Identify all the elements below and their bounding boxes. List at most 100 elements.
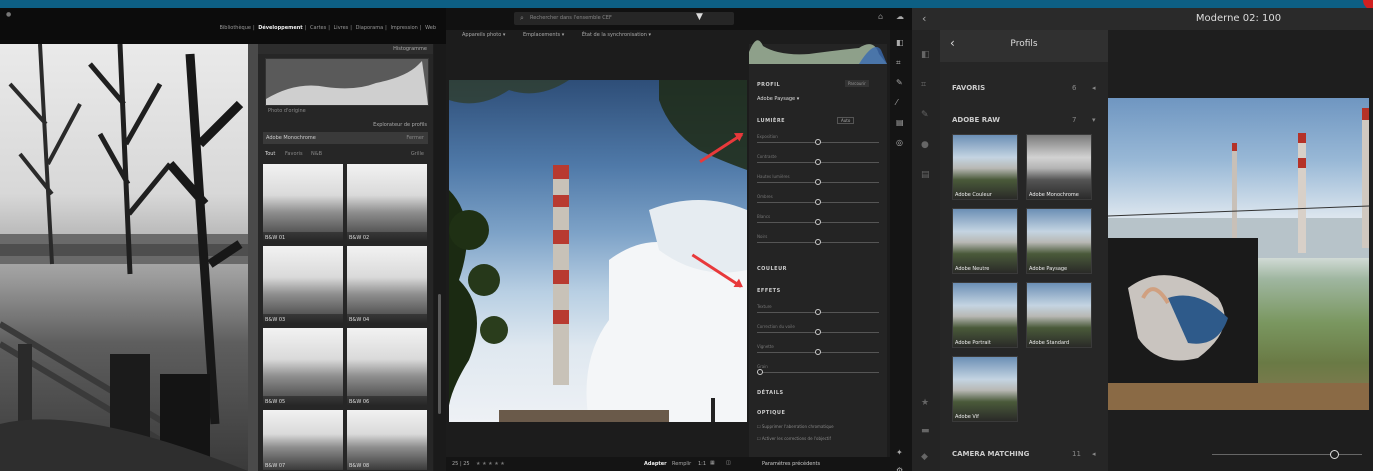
- profile-selector[interactable]: Adobe Monochrome Fermer: [263, 132, 428, 144]
- slider-label: Ombres: [757, 194, 773, 199]
- slider-label: Vignette: [757, 344, 774, 349]
- browse-profiles-button[interactable]: Parcourir: [845, 80, 869, 87]
- fit-button[interactable]: Adapter: [644, 461, 667, 467]
- module-slideshow[interactable]: Diaporama: [356, 25, 384, 31]
- scrollbar-thumb[interactable]: [438, 294, 441, 414]
- lightroom-classic-panel: ● Bibliothèque | Développement | Cartes | L…: [0, 8, 446, 471]
- filter-sync-status[interactable]: État de la synchronisation ▾: [582, 32, 651, 38]
- edit-icon[interactable]: ◧: [921, 50, 930, 60]
- profile-thumbnail[interactable]: Adobe Monochrome: [1026, 134, 1092, 200]
- profile-thumbnail[interactable]: B&W 08: [347, 410, 427, 470]
- profile-thumbnail[interactable]: Adobe Couleur: [952, 134, 1018, 200]
- profile-thumbnail[interactable]: Adobe Standard: [1026, 282, 1092, 348]
- camera-matching-group[interactable]: CAMERA MATCHING 11 ◂: [952, 450, 1096, 458]
- module-library[interactable]: Bibliothèque: [219, 25, 250, 31]
- thumbnail-label: Adobe Monochrome: [1029, 192, 1079, 198]
- tab-favorites[interactable]: Favoris: [285, 151, 303, 157]
- blacks-slider[interactable]: Noirs: [757, 234, 879, 248]
- tag-icon[interactable]: ✦: [896, 448, 903, 457]
- module-web[interactable]: Web: [425, 25, 436, 31]
- previous-settings-button[interactable]: Paramètres précédents: [762, 461, 820, 467]
- module-map[interactable]: Cartes: [310, 25, 326, 31]
- close-button[interactable]: Fermer: [406, 135, 424, 141]
- share-icon[interactable]: ⌂: [878, 12, 883, 21]
- crop-icon[interactable]: ⌗: [896, 58, 901, 68]
- checkbox-label: Activer les corrections de l'objectif: [761, 436, 831, 441]
- chevron-down-icon: ▾: [1092, 116, 1096, 124]
- ratio-button[interactable]: 1:1: [698, 461, 706, 467]
- profile-thumbnail[interactable]: B&W 03: [263, 246, 343, 324]
- profile-thumbnail[interactable]: Adobe Neutre: [952, 208, 1018, 274]
- details-section-header[interactable]: DÉTAILS: [757, 390, 784, 396]
- favorites-group[interactable]: FAVORIS 6 ◂: [952, 84, 1096, 92]
- exposure-slider[interactable]: Exposition: [757, 134, 879, 148]
- profile-thumbnail[interactable]: B&W 04: [347, 246, 427, 324]
- profiles-panel: ‹ Profils FAVORIS 6 ◂ ADOBE RAW 7 ▾ Adob…: [940, 30, 1108, 471]
- filter-tabs: Tout Favoris N&B Grille: [263, 150, 428, 160]
- radial-icon[interactable]: ◎: [896, 138, 903, 147]
- compare-icon[interactable]: ▦: [710, 460, 715, 466]
- auto-button[interactable]: Auto: [837, 117, 855, 124]
- lens-corrections-checkbox[interactable]: ☐ Activer les corrections de l'objectif: [757, 436, 831, 441]
- mask-icon[interactable]: ●: [921, 140, 929, 150]
- cloud-icon[interactable]: ☁: [896, 12, 904, 21]
- filter-locations[interactable]: Emplacements ▾: [523, 32, 564, 38]
- dehaze-slider[interactable]: Correction du voile: [757, 324, 879, 338]
- tab-bw[interactable]: N&B: [311, 151, 322, 157]
- gear-icon[interactable]: ⚙: [896, 466, 903, 471]
- profile-thumbnail[interactable]: Adobe Vif: [952, 356, 1018, 422]
- star-icon[interactable]: ★: [921, 398, 929, 408]
- panel-divider: [248, 44, 258, 471]
- highlights-slider[interactable]: Hautes lumières: [757, 174, 879, 188]
- profile-thumbnail[interactable]: B&W 06: [347, 328, 427, 406]
- edit-icon[interactable]: ◧: [896, 38, 904, 47]
- gradient-icon[interactable]: ▤: [896, 118, 904, 127]
- amount-slider-knob[interactable]: [1330, 450, 1339, 459]
- brush-icon[interactable]: ⁄: [896, 98, 897, 107]
- grid-view-toggle[interactable]: Grille: [411, 151, 424, 157]
- crop-icon[interactable]: ⌗: [921, 80, 926, 90]
- profiles-header: ‹ Profils: [940, 30, 1108, 62]
- profile-thumbnail[interactable]: B&W 01: [263, 164, 343, 242]
- right-toolstrip: ◧ ⌗ ✎ ⁄ ▤ ◎ ✦ ⚙: [890, 30, 912, 471]
- shadows-slider[interactable]: Ombres: [757, 194, 879, 208]
- comment-icon[interactable]: ▬: [921, 426, 930, 436]
- fill-button[interactable]: Remplir: [672, 461, 691, 467]
- tag-icon[interactable]: ◆: [921, 452, 928, 462]
- module-book[interactable]: Livres: [334, 25, 349, 31]
- profile-thumbnail[interactable]: B&W 07: [263, 410, 343, 470]
- before-after-icon[interactable]: ◫: [726, 460, 731, 466]
- remove-ca-checkbox[interactable]: ☐ Supprimer l'aberration chromatique: [757, 424, 834, 429]
- tab-all[interactable]: Tout: [265, 151, 275, 157]
- heal-icon[interactable]: ✎: [896, 78, 903, 87]
- back-icon[interactable]: ‹: [922, 12, 926, 25]
- presets-icon[interactable]: ▤: [921, 170, 930, 180]
- module-develop[interactable]: Développement: [258, 25, 302, 31]
- thumbnail-label: Adobe Neutre: [955, 266, 990, 272]
- texture-slider[interactable]: Texture: [757, 304, 879, 318]
- vignette-slider[interactable]: Vignette: [757, 344, 879, 358]
- profile-thumbnail[interactable]: B&W 05: [263, 328, 343, 406]
- left-toolbar: ◧ ⌗ ✎ ● ▤ ★ ▬ ◆: [912, 30, 940, 471]
- rating-stars[interactable]: ★ ★ ★ ★ ★: [476, 461, 505, 467]
- adobe-raw-group[interactable]: ADOBE RAW 7 ▾: [952, 116, 1096, 124]
- optics-section-header[interactable]: OPTIQUE: [757, 410, 785, 416]
- color-section-header[interactable]: COULEUR: [757, 266, 787, 272]
- histogram-header[interactable]: Histogramme: [258, 44, 433, 54]
- filter-icon[interactable]: ▼: [696, 12, 703, 22]
- amount-slider-track[interactable]: [1212, 454, 1362, 455]
- scrollbar[interactable]: [434, 44, 446, 471]
- profile-thumbnail[interactable]: Adobe Paysage: [1026, 208, 1092, 274]
- effects-section-header[interactable]: EFFETS: [757, 288, 781, 294]
- thumbnail-label: B&W 05: [265, 399, 286, 405]
- heal-icon[interactable]: ✎: [921, 110, 929, 120]
- profile-dropdown[interactable]: Adobe Paysage ▾: [757, 96, 799, 102]
- grain-slider[interactable]: Grain: [757, 364, 879, 378]
- module-print[interactable]: Impression: [390, 25, 417, 31]
- contrast-slider[interactable]: Contraste: [757, 154, 879, 168]
- filter-cameras[interactable]: Appareils photo ▾: [462, 32, 505, 38]
- light-section-header[interactable]: LUMIÈRE: [757, 118, 785, 124]
- whites-slider[interactable]: Blancs: [757, 214, 879, 228]
- profile-thumbnail[interactable]: B&W 02: [347, 164, 427, 242]
- profile-thumbnail[interactable]: Adobe Portrait: [952, 282, 1018, 348]
